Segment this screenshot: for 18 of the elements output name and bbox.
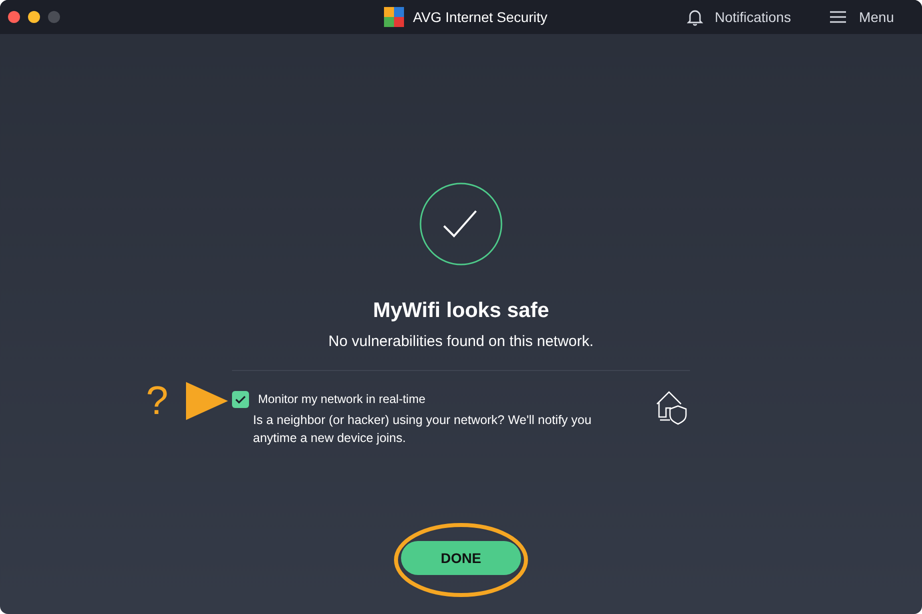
pointer-arrow-icon xyxy=(186,382,228,420)
option-description: Is a neighbor (or hacker) using your network? We'll notify you anytime a new device joins. xyxy=(253,412,592,447)
bell-icon xyxy=(686,8,703,26)
checkmark-icon xyxy=(419,182,503,266)
result-title: MyWifi looks safe xyxy=(372,299,550,323)
question-mark: ? xyxy=(146,379,168,424)
menu-button[interactable]: Menu xyxy=(828,9,894,25)
logo-icon xyxy=(383,6,405,28)
result-subtitle: No vulnerabilities found on this network. xyxy=(328,333,594,350)
option-label: Monitor my network in real-time xyxy=(258,391,426,408)
check-icon xyxy=(235,395,246,404)
minimize-button[interactable] xyxy=(28,11,40,23)
done-button[interactable]: DONE xyxy=(401,541,521,575)
notifications-button[interactable]: Notifications xyxy=(686,8,791,26)
menu-icon xyxy=(828,10,847,24)
monitor-checkbox[interactable] xyxy=(232,391,249,408)
close-button[interactable] xyxy=(8,11,20,23)
window-title: AVG Internet Security xyxy=(413,9,548,25)
